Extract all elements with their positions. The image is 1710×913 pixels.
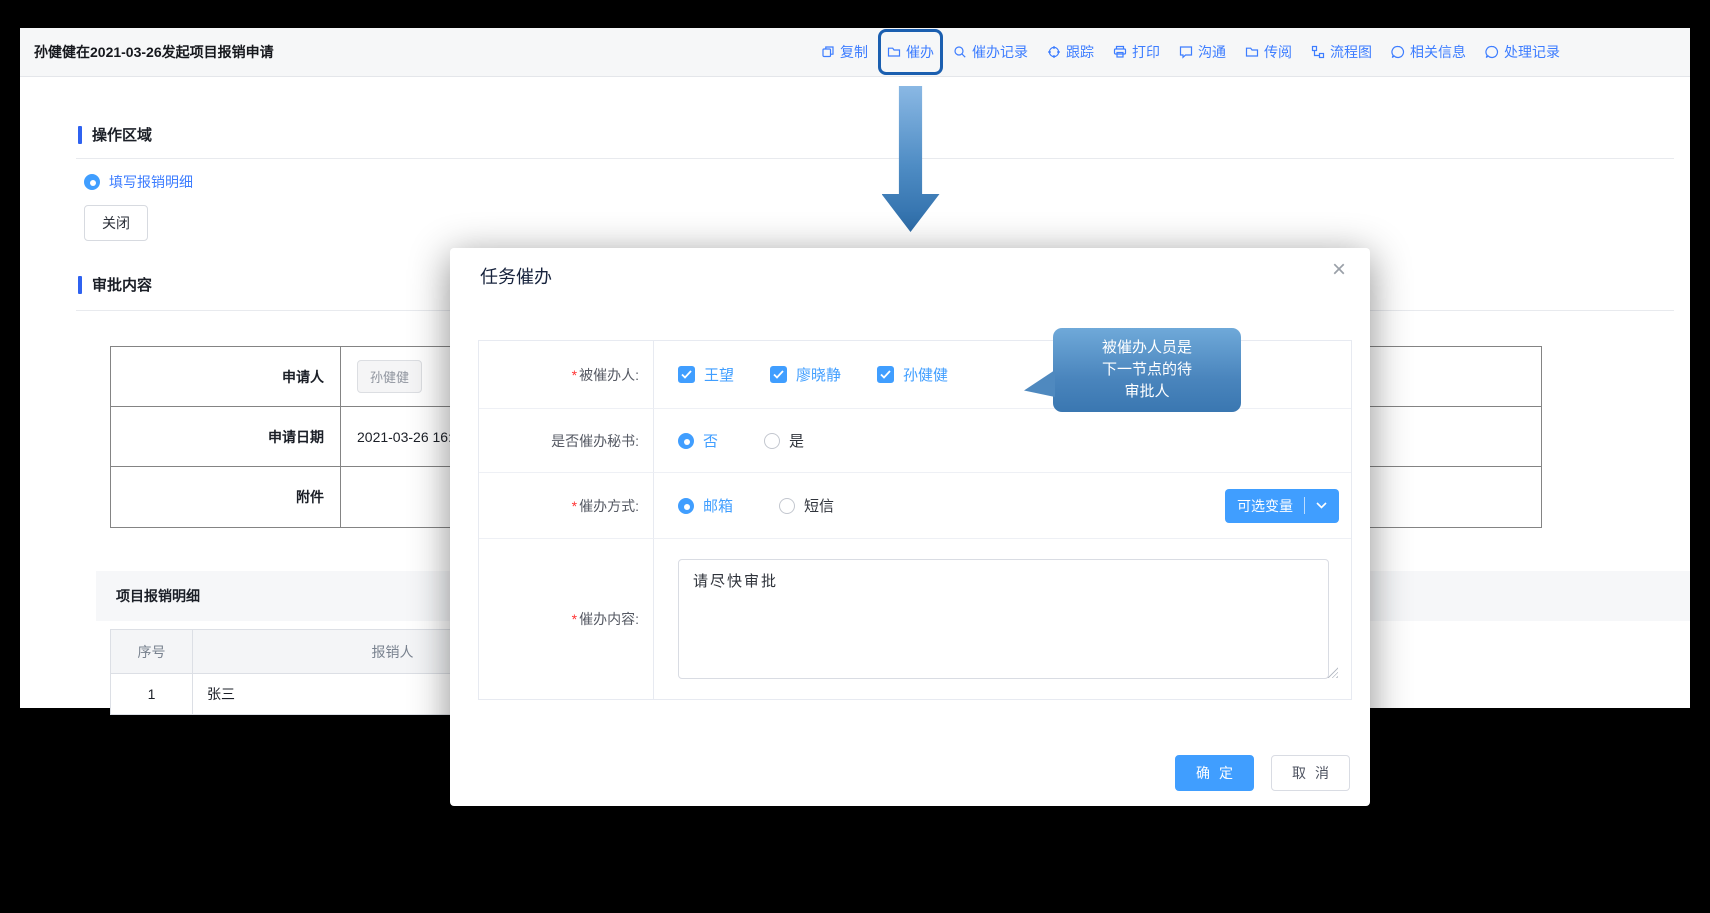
radio-unselected[interactable] (779, 498, 795, 514)
method-field: 邮箱 短信 可选变量 (654, 473, 1351, 539)
task-radio-label: 填写报销明细 (109, 172, 193, 192)
urge-icon (887, 45, 901, 59)
screenshot-stage: 孙健健在2021-03-26发起项目报销申请 复制 催办 催办记录 (0, 0, 1710, 913)
toolbar: 复制 催办 催办记录 跟踪 打印 (821, 28, 1560, 76)
chat-round-icon (1391, 45, 1405, 59)
toolbar-item-circulate[interactable]: 传阅 (1245, 42, 1292, 62)
chat-square-icon (1179, 45, 1193, 59)
toolbar-item-label: 沟通 (1198, 42, 1226, 62)
toolbar-item-label: 催办记录 (972, 42, 1028, 62)
page-title: 孙健健在2021-03-26发起项目报销申请 (34, 28, 274, 76)
toolbar-item-label: 相关信息 (1410, 42, 1466, 62)
secretary-field: 否 是 (654, 409, 1351, 473)
approval-row-label: 附件 (111, 467, 341, 527)
secretary-label: 是否催办秘书: (479, 409, 654, 473)
toolbar-item-urge[interactable]: 催办 (887, 42, 934, 62)
toolbar-item-flowchart[interactable]: 流程图 (1311, 42, 1372, 62)
required-asterisk: * (572, 367, 577, 383)
approval-row-label: 申请日期 (111, 407, 341, 467)
section-bar (78, 276, 82, 294)
radio-dot-icon (90, 180, 96, 186)
toolbar-item-label: 打印 (1132, 42, 1160, 62)
modal-footer: 确定 取消 (1175, 755, 1350, 791)
method-label: * 催办方式: (479, 473, 654, 539)
toolbar-item-label: 传阅 (1264, 42, 1292, 62)
search-icon (953, 45, 967, 59)
detail-col-header: 序号 (111, 630, 193, 674)
urge-content-textarea[interactable]: 请尽快审批 (678, 559, 1329, 679)
urge-task-modal: 任务催办 × * 被催办人: 王望 廖晓静 孙健健 (450, 248, 1370, 806)
content-field: 请尽快审批 (654, 539, 1351, 699)
secretary-radio-yes[interactable]: 是 (764, 430, 804, 451)
operation-area-heading: 操作区域 (78, 124, 152, 145)
toolbar-item-communicate[interactable]: 沟通 (1179, 42, 1226, 62)
check-icon (681, 370, 692, 379)
toolbar-item-label: 流程图 (1330, 42, 1372, 62)
radio-unselected[interactable] (764, 433, 780, 449)
section-bar (78, 126, 82, 144)
task-radio-row[interactable]: 填写报销明细 (84, 172, 193, 192)
flowchart-icon (1311, 45, 1325, 59)
urged-person-checkbox[interactable]: 廖晓静 (770, 364, 841, 385)
toolbar-item-process-records[interactable]: 处理记录 (1485, 42, 1560, 62)
radio-dot-icon (684, 504, 690, 510)
toolbar-item-label: 催办 (906, 42, 934, 62)
modal-title: 任务催办 (480, 263, 552, 289)
method-radio-email[interactable]: 邮箱 (678, 495, 733, 516)
radio-selected[interactable] (678, 498, 694, 514)
optional-variables-button[interactable]: 可选变量 (1225, 489, 1339, 523)
toolbar-item-urge-records[interactable]: 催办记录 (953, 42, 1028, 62)
close-page-button[interactable]: 关闭 (84, 205, 148, 241)
required-asterisk: * (572, 611, 577, 627)
approval-heading: 审批内容 (78, 274, 152, 295)
close-icon[interactable]: × (1332, 258, 1346, 282)
folder-icon (1245, 45, 1259, 59)
title-bar: 孙健健在2021-03-26发起项目报销申请 复制 催办 催办记录 (20, 28, 1690, 77)
radio-selected[interactable] (678, 433, 694, 449)
button-divider (1304, 497, 1305, 514)
divider (76, 158, 1674, 159)
urged-person-checkbox[interactable]: 孙健健 (877, 364, 948, 385)
checkbox-checked[interactable] (678, 366, 695, 383)
chat-round-icon (1485, 45, 1499, 59)
callout-annotation: 被催办人员是 下一节点的待 审批人 (1053, 328, 1241, 412)
urged-person-checkbox[interactable]: 王望 (678, 364, 734, 385)
cancel-button[interactable]: 取消 (1271, 755, 1350, 791)
print-icon (1113, 45, 1127, 59)
toolbar-item-label: 跟踪 (1066, 42, 1094, 62)
toolbar-item-label: 处理记录 (1504, 42, 1560, 62)
track-icon (1047, 45, 1061, 59)
toolbar-item-copy[interactable]: 复制 (821, 42, 868, 62)
content-label: * 催办内容: (479, 539, 654, 699)
checkbox-checked[interactable] (877, 366, 894, 383)
toolbar-item-label: 复制 (840, 42, 868, 62)
applicant-tag: 孙健健 (357, 360, 422, 393)
urged-people-field: 王望 廖晓静 孙健健 (654, 341, 1351, 409)
radio-selected[interactable] (84, 174, 100, 190)
detail-cell: 1 (111, 674, 193, 714)
check-icon (880, 370, 891, 379)
radio-dot-icon (684, 439, 690, 445)
copy-icon (821, 45, 835, 59)
approval-row-label: 申请人 (111, 347, 341, 407)
toolbar-item-related-info[interactable]: 相关信息 (1391, 42, 1466, 62)
required-asterisk: * (572, 498, 577, 514)
chevron-down-icon (1316, 502, 1327, 509)
secretary-radio-no[interactable]: 否 (678, 430, 718, 451)
method-radio-sms[interactable]: 短信 (779, 495, 834, 516)
checkbox-checked[interactable] (770, 366, 787, 383)
check-icon (773, 370, 784, 379)
down-arrow-annotation (882, 86, 940, 232)
toolbar-item-print[interactable]: 打印 (1113, 42, 1160, 62)
urged-people-label: * 被催办人: (479, 341, 654, 409)
toolbar-item-track[interactable]: 跟踪 (1047, 42, 1094, 62)
confirm-button[interactable]: 确定 (1175, 755, 1254, 791)
